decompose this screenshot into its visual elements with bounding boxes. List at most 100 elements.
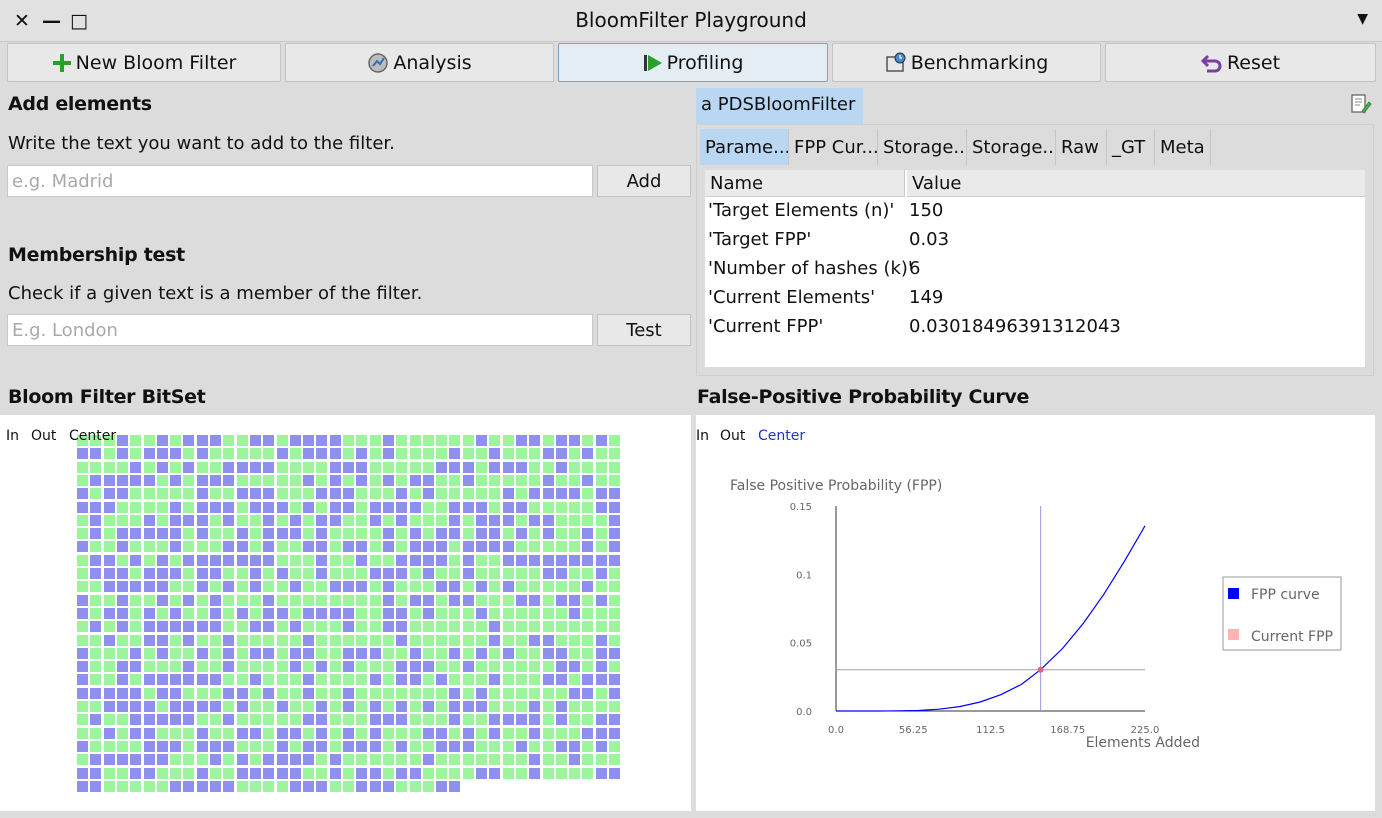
profiling-icon	[643, 54, 662, 71]
bitset-cell	[210, 767, 221, 779]
x-tick-label: 56.25	[899, 725, 928, 736]
membership-test-input[interactable]	[7, 314, 593, 346]
test-button[interactable]: Test	[597, 314, 691, 346]
tab-storage-2[interactable]: Storage...	[967, 129, 1056, 165]
bitset-cell	[289, 780, 301, 792]
bitset-cell	[156, 488, 168, 500]
bitset-cell	[422, 714, 434, 726]
bitset-cell	[116, 634, 128, 646]
bitset-cell	[183, 488, 195, 500]
bitset-cell	[316, 687, 328, 699]
bitset-cell	[170, 687, 182, 699]
bitset-cell	[356, 727, 368, 739]
bitset-cell	[263, 488, 275, 500]
bitset-cell	[249, 594, 261, 606]
bitset-cell	[555, 647, 567, 659]
bitset-cell	[276, 501, 288, 513]
bitset-cell	[183, 647, 195, 659]
tab-raw[interactable]: Raw	[1056, 129, 1107, 165]
bitset-cell	[529, 514, 541, 526]
bitset-cell	[369, 461, 381, 473]
bitset-cell	[529, 714, 541, 726]
zoom-out-link[interactable]: Out	[31, 428, 56, 444]
add-element-input[interactable]	[7, 165, 593, 197]
bitset-cell	[356, 647, 368, 659]
bitset-cell	[609, 647, 620, 659]
bitset-cell	[143, 621, 155, 633]
bitset-cell	[462, 568, 474, 579]
zoom-in-link[interactable]: In	[6, 428, 19, 444]
bitset-cell	[462, 448, 474, 460]
analysis-button[interactable]: Analysis	[285, 43, 554, 82]
bitset-cell	[130, 780, 142, 792]
bitset-cell	[156, 435, 168, 446]
bitset-cell	[462, 754, 474, 766]
tab-parameters[interactable]: Parame...	[700, 129, 789, 165]
benchmark-icon	[885, 52, 906, 72]
inspector-tab[interactable]: a PDSBloomFilter	[696, 88, 863, 124]
bitset-cell	[595, 714, 607, 726]
bitset-cell	[289, 488, 301, 500]
bitset-cell	[196, 621, 208, 633]
bitset-cell	[210, 727, 221, 739]
bitset-cell	[369, 554, 381, 566]
bitset-cell	[422, 474, 434, 486]
bitset-cell	[276, 607, 288, 619]
bitset-cell	[170, 727, 182, 739]
benchmarking-button[interactable]: Benchmarking	[832, 43, 1101, 82]
profiling-button[interactable]: Profiling	[558, 43, 828, 82]
tab-storage-1[interactable]: Storage...	[878, 129, 967, 165]
reset-button[interactable]: Reset	[1105, 43, 1376, 82]
bitset-cell	[476, 568, 487, 579]
bitset-cell	[249, 607, 261, 619]
bitset-cell	[422, 501, 434, 513]
bitset-cell	[595, 541, 607, 553]
bitset-cell	[449, 780, 461, 792]
bitset-cell	[130, 674, 142, 686]
bitset-cell	[103, 754, 115, 766]
bitset-cell	[595, 448, 607, 460]
bitset-cell	[316, 435, 328, 446]
center-link[interactable]: Center	[69, 428, 116, 444]
column-header-name[interactable]: Name	[705, 170, 905, 197]
bitset-cell	[555, 568, 567, 579]
bitset-cell	[515, 767, 527, 779]
bitset-cell	[236, 594, 248, 606]
bitset-cell	[90, 714, 102, 726]
new-bloom-filter-button[interactable]: New Bloom Filter	[7, 43, 281, 82]
bitset-cell	[462, 528, 474, 540]
bitset-cell	[449, 687, 461, 699]
bitset-cell	[223, 461, 235, 473]
bitset-canvas[interactable]: In Out Center	[0, 415, 691, 811]
bitset-cell	[130, 594, 142, 606]
bitset-cell	[356, 754, 368, 766]
bitset-cell	[529, 674, 541, 686]
bitset-cell	[555, 474, 567, 486]
bitset-cell	[223, 541, 235, 553]
bitset-cell	[223, 581, 235, 593]
bitset-cell	[210, 514, 221, 526]
window-menu-icon[interactable]: ▼	[1357, 11, 1368, 27]
inspector-edit-icon[interactable]	[1350, 93, 1372, 115]
add-button[interactable]: Add	[597, 165, 691, 197]
bitset-cell	[223, 501, 235, 513]
bitset-cell	[396, 674, 408, 686]
bitset-cell	[170, 448, 182, 460]
bitset-cell	[329, 501, 341, 513]
bitset-cell	[223, 754, 235, 766]
bitset-cell	[569, 435, 581, 446]
bitset-cell	[529, 435, 541, 446]
bitset-cell	[156, 661, 168, 673]
bitset-cell	[329, 541, 341, 553]
bitset-cell	[130, 448, 142, 460]
bitset-cell	[462, 581, 474, 593]
fpp-canvas[interactable]: In Out Center False Positive Probability…	[696, 415, 1375, 811]
bitset-cell	[249, 780, 261, 792]
benchmarking-label: Benchmarking	[910, 51, 1049, 74]
tab-fpp-curve[interactable]: FPP Cur...	[789, 129, 878, 165]
tab-meta[interactable]: Meta	[1155, 129, 1211, 165]
column-header-value[interactable]: Value	[907, 170, 1365, 197]
tab-gt[interactable]: _GT	[1107, 129, 1155, 165]
bitset-cell	[449, 607, 461, 619]
bitset-cell	[90, 594, 102, 606]
